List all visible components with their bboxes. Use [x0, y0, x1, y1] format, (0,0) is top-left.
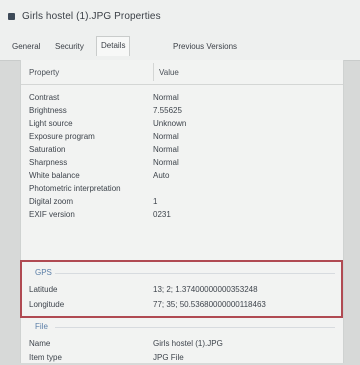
column-header-property[interactable]: Property	[29, 68, 59, 77]
table-row[interactable]: Name Girls hostel (1).JPG	[21, 338, 343, 351]
property-value: JPG File	[153, 353, 184, 362]
property-name: Saturation	[29, 145, 66, 154]
property-name: Item type	[29, 353, 62, 362]
title-bar: Girls hostel (1).JPG Properties	[0, 0, 360, 32]
property-name: Brightness	[29, 106, 67, 115]
tab-details[interactable]: Details	[96, 36, 131, 56]
image-file-icon	[8, 12, 15, 20]
property-name: Sharpness	[29, 158, 68, 167]
column-header: Property Value	[21, 60, 343, 85]
property-name: Exposure program	[29, 132, 95, 141]
property-value: 7.55625	[153, 106, 182, 115]
tab-security[interactable]: Security	[52, 40, 87, 53]
property-value: 1	[153, 197, 158, 206]
table-row[interactable]: Brightness 7.55625	[21, 105, 343, 118]
property-name: Digital zoom	[29, 197, 74, 206]
window-title: Girls hostel (1).JPG Properties	[22, 10, 161, 22]
table-row[interactable]: Item type JPG File	[21, 352, 343, 365]
property-value: Auto	[153, 171, 170, 180]
tab-strip: General Security Details Previous Versio…	[0, 32, 360, 61]
property-value: 0231	[153, 210, 171, 219]
table-row[interactable]: Light source Unknown	[21, 118, 343, 131]
property-name: Name	[29, 339, 51, 348]
tab-previous-versions[interactable]: Previous Versions	[170, 40, 240, 53]
property-name: White balance	[29, 171, 80, 180]
group-divider	[55, 327, 335, 328]
property-value: Unknown	[153, 119, 187, 128]
column-divider[interactable]	[153, 63, 154, 81]
group-header-file: File	[35, 322, 48, 331]
property-value: Girls hostel (1).JPG	[153, 339, 223, 348]
table-row[interactable]: Sharpness Normal	[21, 157, 343, 170]
table-row[interactable]: Digital zoom 1	[21, 196, 343, 209]
property-value: Normal	[153, 158, 179, 167]
property-value: Normal	[153, 132, 179, 141]
property-name: EXIF version	[29, 210, 75, 219]
column-header-value[interactable]: Value	[159, 68, 179, 77]
table-row[interactable]: Exposure program Normal	[21, 131, 343, 144]
gps-highlight-box	[20, 260, 343, 318]
property-name: Photometric interpretation	[29, 184, 121, 193]
property-name: Light source	[29, 119, 73, 128]
table-row[interactable]: EXIF version 0231	[21, 209, 343, 222]
table-row[interactable]: Photometric interpretation	[21, 183, 343, 196]
property-value: Normal	[153, 93, 179, 102]
tab-general[interactable]: General	[9, 40, 43, 53]
property-value: Normal	[153, 145, 179, 154]
table-row[interactable]: Saturation Normal	[21, 144, 343, 157]
table-row[interactable]: Contrast Normal	[21, 92, 343, 105]
property-name: Contrast	[29, 93, 60, 102]
table-row[interactable]: White balance Auto	[21, 170, 343, 183]
